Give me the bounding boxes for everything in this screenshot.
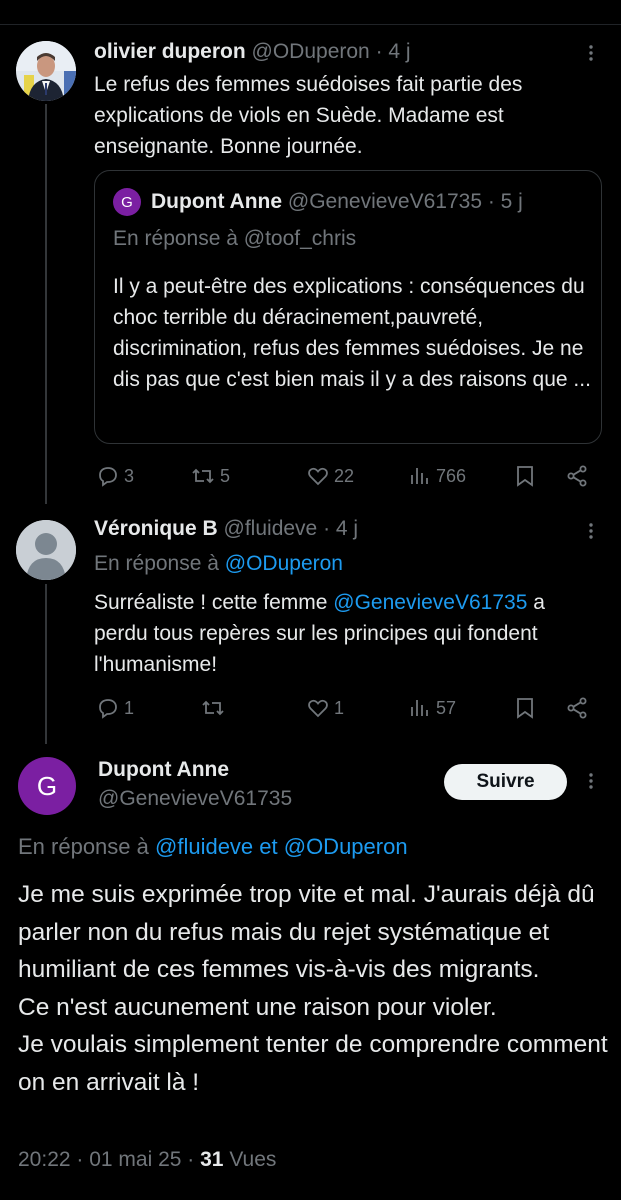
reply-mention[interactable]: @ODuperon xyxy=(225,552,343,575)
share-button[interactable] xyxy=(565,464,589,488)
tweet1-header: olivier duperon @ODuperon · 4 j xyxy=(94,40,411,64)
views-button[interactable]: 57 xyxy=(408,696,456,720)
reply-button[interactable]: 3 xyxy=(96,464,134,488)
bookmark-icon xyxy=(517,466,533,487)
quoted-tweet[interactable]: G Dupont Anne @GenevieveV61735 · 5 j En … xyxy=(94,170,602,444)
main-reply-line: En réponse à @fluideve et @ODuperon xyxy=(18,834,408,860)
reply-icon xyxy=(99,699,117,719)
main-author-handle[interactable]: @GenevieveV61735 xyxy=(98,787,292,811)
reply-count: 1 xyxy=(124,697,135,718)
quote-handle: @GenevieveV61735 xyxy=(287,190,482,213)
like-count: 22 xyxy=(334,465,355,486)
main-timestamp[interactable]: 20:22 · 01 mai 25 · xyxy=(18,1148,194,1171)
views-count: 766 xyxy=(436,465,467,486)
views-icon xyxy=(411,468,428,484)
main-author-name[interactable]: Dupont Anne xyxy=(98,758,229,782)
like-button[interactable]: 22 xyxy=(306,464,354,488)
bookmark-button[interactable] xyxy=(514,464,536,488)
reply-mentions[interactable]: @fluideve et @ODuperon xyxy=(155,834,408,859)
avatar-dupont[interactable]: G xyxy=(18,757,76,815)
tweet-age[interactable]: · 4 j xyxy=(323,517,358,540)
quote-text: Il y a peut-être des explications : cons… xyxy=(113,275,591,391)
author-name[interactable]: Véronique B xyxy=(94,517,218,540)
tweet-age[interactable]: · 4 j xyxy=(376,40,411,63)
views-button[interactable]: 766 xyxy=(408,464,466,488)
thread-line xyxy=(45,104,47,504)
share-icon xyxy=(567,697,587,719)
quote-reply-to: En réponse à @toof_chris xyxy=(113,227,357,250)
tweet2-mention[interactable]: @GenevieveV61735 xyxy=(333,591,527,614)
repost-button[interactable] xyxy=(200,696,226,720)
main-meta: 20:22 · 01 mai 25 · 31 Vues xyxy=(18,1148,276,1172)
share-button[interactable] xyxy=(565,696,589,720)
main-views-count: 31 xyxy=(200,1148,224,1171)
more-icon[interactable] xyxy=(582,44,600,66)
views-count: 57 xyxy=(436,697,457,718)
quote-author-name: Dupont Anne xyxy=(151,190,283,213)
tweet2-text: Surréaliste ! cette femme @GenevieveV617… xyxy=(94,587,604,680)
tweet1-text: Le refus des femmes suédoises fait parti… xyxy=(94,73,523,158)
reply-icon xyxy=(99,467,117,487)
bookmark-button[interactable] xyxy=(514,696,536,720)
repost-button[interactable]: 5 xyxy=(190,464,230,488)
more-icon[interactable] xyxy=(582,522,600,544)
author-name[interactable]: olivier duperon xyxy=(94,40,246,63)
share-icon xyxy=(567,465,587,487)
reply-prefix: En réponse à xyxy=(18,834,149,859)
bookmark-icon xyxy=(517,698,533,719)
top-divider xyxy=(0,24,621,25)
tweet2-header: Véronique B @fluideve · 4 j xyxy=(94,517,358,541)
reply-prefix: En réponse à xyxy=(94,552,219,575)
tweet2-reply-line: En réponse à @ODuperon xyxy=(94,552,343,576)
avatar-veronique[interactable] xyxy=(16,520,76,580)
like-icon xyxy=(308,467,328,486)
like-count: 1 xyxy=(334,697,345,718)
main-tweet-text: Je me suis exprimée trop vite et mal. J'… xyxy=(18,881,608,1096)
quote-header: Dupont Anne @GenevieveV61735 · 5 j xyxy=(151,190,523,214)
avatar-olivier[interactable] xyxy=(16,41,76,101)
author-handle[interactable]: @fluideve xyxy=(224,517,318,540)
thread-line xyxy=(45,584,47,744)
avatar-letter: G xyxy=(36,770,58,801)
author-handle[interactable]: @ODuperon xyxy=(252,40,370,63)
avatar-letter: G xyxy=(121,193,133,211)
like-button[interactable]: 1 xyxy=(306,696,344,720)
main-views-label: Vues xyxy=(229,1148,277,1171)
more-icon[interactable] xyxy=(582,772,600,794)
reply-button[interactable]: 1 xyxy=(96,696,134,720)
repost-icon xyxy=(192,468,214,484)
follow-button[interactable]: Suivre xyxy=(444,764,567,800)
repost-count: 5 xyxy=(220,465,231,486)
tweet2-text-part1: Surréaliste ! cette femme xyxy=(94,591,328,614)
like-icon xyxy=(308,699,328,718)
views-icon xyxy=(411,700,428,716)
repost-icon xyxy=(202,700,224,716)
avatar-dupont-small: G xyxy=(113,188,141,216)
quote-age: · 5 j xyxy=(487,190,523,213)
reply-count: 3 xyxy=(124,465,135,486)
